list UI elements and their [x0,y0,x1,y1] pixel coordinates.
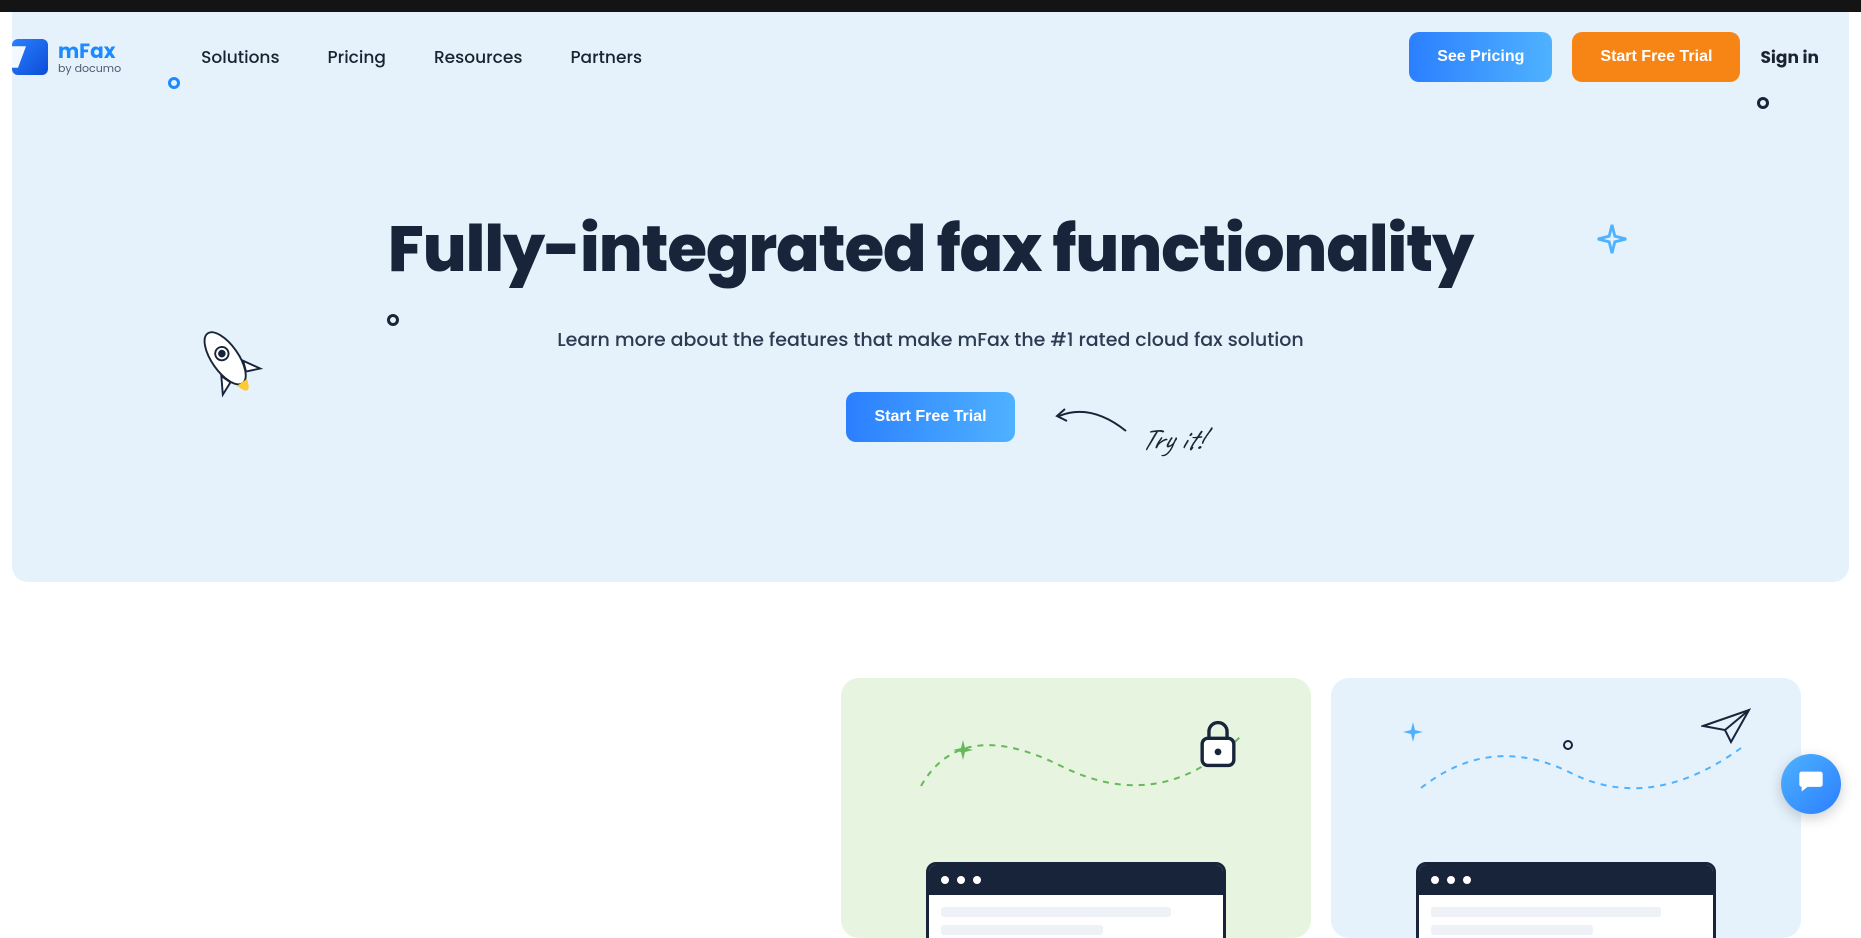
logo-subtext: by documo [58,63,121,74]
navbar: mFax by documo Solutions Pricing Resourc… [12,12,1849,102]
chat-icon [1797,767,1825,802]
tryit-text: Try it! [1141,420,1202,458]
sparkle-icon [1401,720,1425,751]
chat-widget-button[interactable] [1781,754,1841,814]
nav-link-partners[interactable]: Partners [570,44,642,70]
hero-content: Fully-integrated fax functionality Learn… [12,102,1849,442]
lock-icon [1195,718,1241,777]
start-trial-button[interactable]: Start Free Trial [1572,32,1740,82]
top-bar [0,0,1861,12]
browser-mock-icon [926,862,1226,938]
arrow-icon [1051,401,1131,448]
logo[interactable]: mFax by documo [12,39,121,75]
hero-title: Fully-integrated fax functionality [12,202,1849,297]
nav-link-resources[interactable]: Resources [434,44,523,70]
feature-card-security[interactable] [841,678,1311,938]
decorative-circle-icon [168,77,180,89]
decorative-circle-icon [1563,740,1573,750]
tryit-callout: Try it! [1051,402,1202,458]
feature-cards [0,582,1861,938]
dashed-path-icon [1411,728,1751,808]
hero-subtitle: Learn more about the features that make … [12,325,1849,354]
logo-brand: mFax [58,41,121,61]
nav-links: Solutions Pricing Resources Partners [201,44,642,70]
browser-mock-icon [1416,862,1716,938]
nav-link-pricing[interactable]: Pricing [328,44,386,70]
hero-start-trial-button[interactable]: Start Free Trial [846,392,1014,442]
sign-in-link[interactable]: Sign in [1760,44,1819,70]
nav-actions: See Pricing Start Free Trial Sign in [1409,32,1819,82]
hero-section: mFax by documo Solutions Pricing Resourc… [12,12,1849,582]
nav-link-solutions[interactable]: Solutions [201,44,279,70]
see-pricing-button[interactable]: See Pricing [1409,32,1552,82]
feature-card-send[interactable] [1331,678,1801,938]
logo-mark-icon [12,39,48,75]
paper-plane-icon [1701,706,1751,753]
sparkle-icon [951,738,975,769]
